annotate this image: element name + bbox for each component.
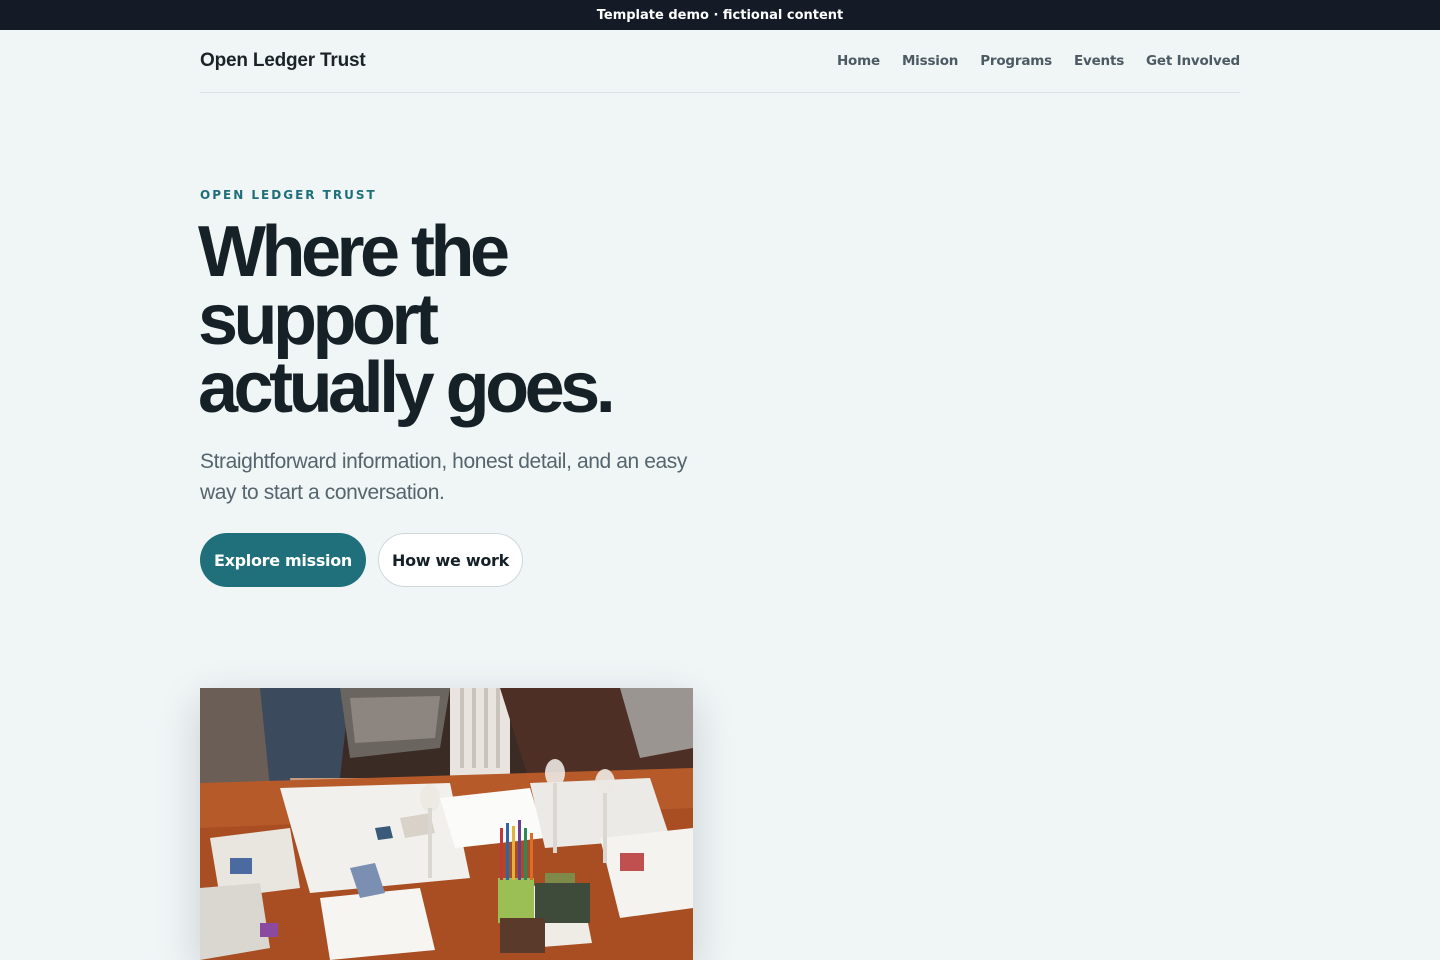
nav-link-get-involved[interactable]: Get Involved [1146,53,1240,69]
site-header: Open Ledger Trust Home Mission Programs … [200,30,1240,93]
hero-headline: Where the support actually goes. [198,212,718,428]
hero-photo [200,688,693,960]
demo-banner-text: Template demo · fictional content [596,7,844,23]
demo-banner: Template demo · fictional content [0,0,1440,30]
how-we-work-button[interactable]: How we work [378,533,523,587]
nav-link-programs[interactable]: Programs [980,53,1052,69]
explore-mission-button[interactable]: Explore mission [200,533,366,587]
table-workshop-image [200,688,693,960]
hero-subtext: Straightforward information, honest deta… [200,450,687,504]
brand-logo[interactable]: Open Ledger Trust [200,50,366,72]
headline-line-2: support [198,280,439,360]
primary-nav: Home Mission Programs Events Get Involve… [837,53,1240,69]
headline-line-3: actually goes. [198,348,616,428]
nav-link-mission[interactable]: Mission [902,53,958,69]
headline-line-1: Where the [198,212,510,292]
nav-link-home[interactable]: Home [837,53,880,69]
hero-eyebrow: OPEN LEDGER TRUST [200,188,377,202]
nav-link-events[interactable]: Events [1074,53,1124,69]
